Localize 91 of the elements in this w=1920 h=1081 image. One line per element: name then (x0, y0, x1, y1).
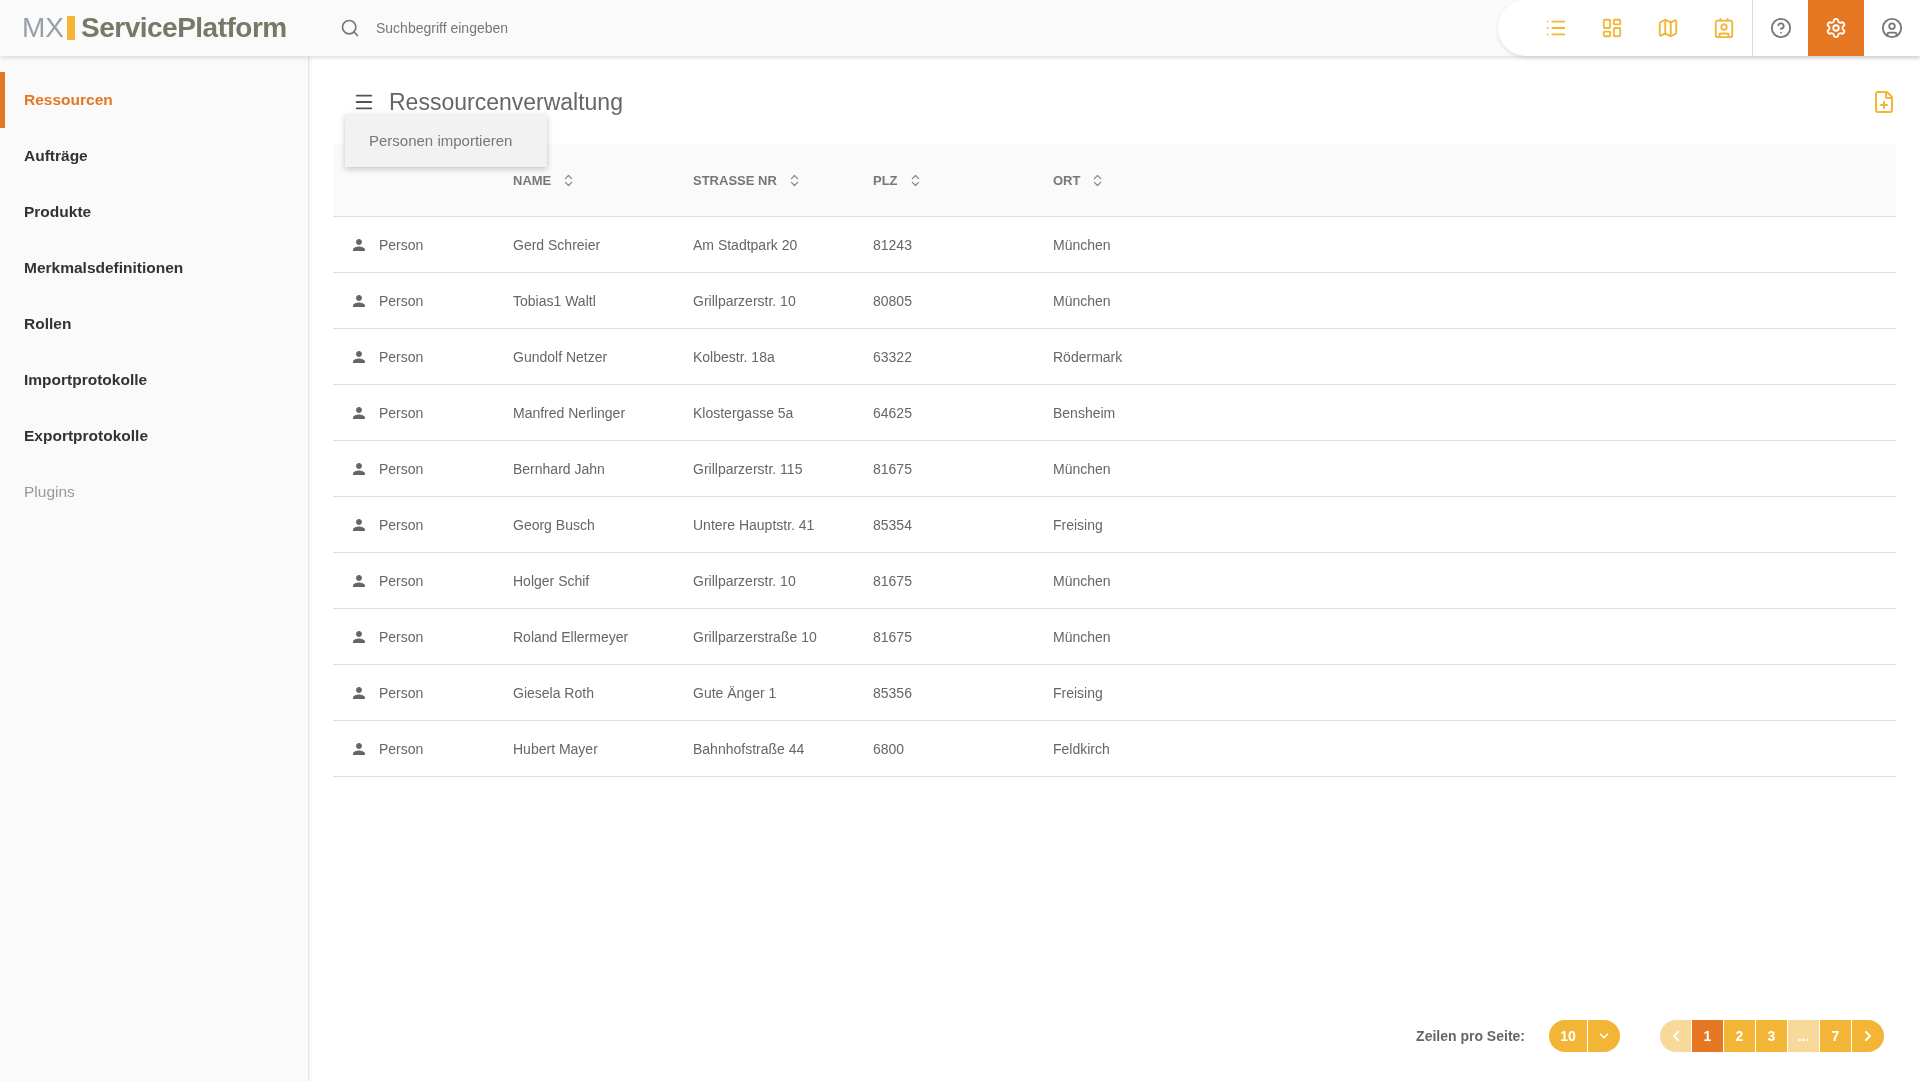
table-cell-text: Freising (1053, 516, 1104, 533)
table-cell-text: 85356 (873, 684, 913, 701)
table-cell-text: Hubert Mayer (513, 740, 599, 757)
table-cell-text: Georg Busch (513, 516, 596, 533)
rows-per-page-select[interactable]: 10 (1549, 1020, 1620, 1052)
table-cell: Person (379, 684, 424, 701)
table-cell-text: 64625 (873, 404, 913, 421)
table-cell-text: Manfred Nerlinger (513, 404, 627, 421)
person-icon (353, 350, 365, 363)
sidebar-item[interactable]: Exportprotokolle (0, 408, 308, 464)
table-cell-text: Tobias1 Waltl (513, 292, 597, 309)
column-header: STRASSE NR (693, 172, 777, 188)
table-cell-text: 80805 (873, 292, 913, 309)
page-title: Ressourcenverwaltung (389, 88, 624, 116)
table-cell: Person (379, 740, 424, 757)
table-cell-text: Bernhard Jahn (513, 460, 606, 477)
person-icon (353, 406, 365, 419)
table-cell-text: München (1053, 572, 1112, 589)
table-cell: Person (379, 292, 424, 309)
next-page-button[interactable] (1852, 1020, 1884, 1052)
table-cell-text: München (1053, 292, 1112, 309)
table-cell-text: Am Stadtpark 20 (693, 236, 799, 253)
table-cell: Person (379, 628, 424, 645)
table-cell-text: Gerd Schreier (513, 236, 602, 253)
table-cell-text: Kolbestr. 18a (693, 348, 776, 365)
person-icon (353, 518, 365, 531)
table-cell-text: Gundolf Netzer (513, 348, 609, 365)
add-document-icon[interactable] (1872, 90, 1896, 114)
sidebar-item[interactable]: Produkte (0, 184, 308, 240)
table-cell-text: Bensheim (1053, 404, 1117, 421)
table-cell-text: 81675 (873, 572, 913, 589)
person-icon (353, 238, 365, 251)
table-cell-text: 6800 (873, 740, 906, 757)
dashboard-icon (1601, 17, 1623, 39)
menu-item[interactable]: Personen importieren (345, 122, 547, 159)
person-icon (353, 574, 365, 587)
table-cell: Person (379, 516, 424, 533)
sidebar-item[interactable]: Importprotokolle (0, 352, 308, 408)
table-cell-text: Grillparzerstr. 10 (693, 572, 797, 589)
sidebar-item[interactable]: Merkmalsdefinitionen (0, 240, 308, 296)
settings-icon (1825, 17, 1847, 39)
table-cell-text: 81675 (873, 460, 913, 477)
sidebar-item[interactable]: Rollen (0, 296, 308, 352)
table-cell-text: 81675 (873, 628, 913, 645)
rows-per-page-label: Zeilen pro Seite: (1416, 1028, 1525, 1044)
table-cell-text: Bahnhofstraße 44 (693, 740, 806, 757)
table-cell: Person (379, 572, 424, 589)
sidebar-item[interactable]: Aufträge (0, 128, 308, 184)
table-cell-text: Gute Änger 1 (693, 684, 778, 701)
table-cell: Person (379, 236, 424, 253)
person-icon (353, 686, 365, 699)
table-cell-text: 85354 (873, 516, 913, 533)
map-icon (1657, 17, 1679, 39)
table-cell: Person (379, 460, 424, 477)
app-logo: MX ServicePlatform (21, 12, 288, 44)
search-icon (340, 18, 360, 38)
table-cell: Person (379, 348, 424, 365)
person-icon (353, 294, 365, 307)
table-cell-text: Feldkirch (1053, 740, 1111, 757)
person-icon (353, 742, 365, 755)
column-header: NAME (513, 172, 552, 188)
table-cell-text: Rödermark (1053, 348, 1124, 365)
table-cell-text: Giesela Roth (513, 684, 595, 701)
table-cell-text: München (1053, 236, 1112, 253)
account-icon (1881, 17, 1903, 39)
page-button[interactable]: 1 (1692, 1020, 1724, 1052)
table-cell-text: Grillparzerstr. 115 (693, 460, 804, 477)
settings-button[interactable] (1808, 0, 1864, 56)
help-icon (1769, 17, 1792, 39)
page-button[interactable]: 3 (1756, 1020, 1788, 1052)
column-header: ORT (1053, 172, 1081, 188)
table-cell-text: Untere Hauptstr. 41 (693, 516, 816, 533)
person-icon (353, 630, 365, 643)
person-icon (353, 462, 365, 475)
search-field[interactable]: Suchbegriff eingeben (374, 19, 678, 37)
table-cell-text: München (1053, 460, 1112, 477)
table-cell-text: 81243 (873, 236, 913, 253)
table-cell-text: Roland Ellermeyer (513, 628, 630, 645)
column-header: PLZ (873, 172, 898, 188)
table-cell: Person (379, 404, 424, 421)
page-button[interactable]: 7 (1820, 1020, 1852, 1052)
table-cell-text: Grillparzerstr. 10 (693, 292, 797, 309)
table-cell-text: München (1053, 628, 1112, 645)
table-cell-text: Grillparzerstraße 10 (693, 628, 818, 645)
table-cell-text: Klostergasse 5a (693, 404, 795, 421)
page-button[interactable]: 2 (1724, 1020, 1756, 1052)
table-cell-text: Holger Schif (513, 572, 591, 589)
table-cell-text: Freising (1053, 684, 1104, 701)
contact-card-icon (1713, 17, 1735, 39)
sidebar-item[interactable]: Ressourcen (0, 72, 308, 128)
table-cell-text: 63322 (873, 348, 913, 365)
